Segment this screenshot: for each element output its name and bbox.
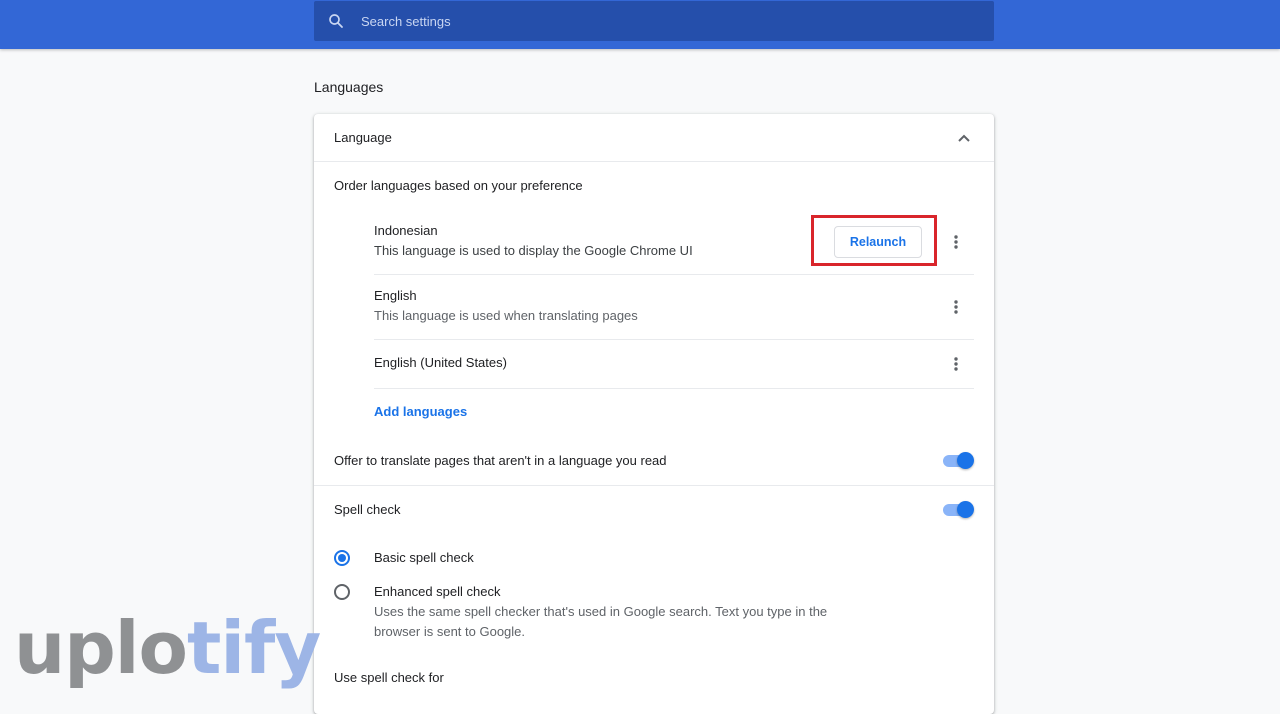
watermark-part: tify [186, 606, 321, 690]
search-icon [329, 14, 343, 28]
divider [314, 485, 994, 486]
enhanced-spell-check-description: browser is sent to Google. [374, 624, 526, 639]
language-name: English [374, 288, 417, 303]
language-item-english-us: English (United States) [374, 355, 507, 370]
language-settings-card: Language Order languages based on your p… [314, 114, 994, 714]
use-spell-check-for-label: Use spell check for [334, 670, 444, 685]
basic-spell-check-label: Basic spell check [374, 550, 474, 565]
language-item-indonesian: Indonesian This language is used to disp… [374, 223, 693, 258]
language-name: Indonesian [374, 223, 438, 238]
watermark-part: uplo [14, 606, 188, 690]
language-item-english: English This language is used when trans… [374, 288, 638, 323]
toggle-knob [957, 452, 974, 469]
divider [374, 388, 974, 389]
chevron-up-icon[interactable] [957, 131, 971, 145]
section-title: Languages [314, 79, 384, 95]
divider [374, 274, 974, 275]
search-input[interactable] [359, 1, 979, 41]
more-actions-english[interactable] [946, 297, 966, 317]
enhanced-spell-check-option: Enhanced spell check Uses the same spell… [374, 584, 827, 639]
search-box[interactable] [314, 1, 994, 41]
order-languages-label: Order languages based on your preference [334, 178, 583, 193]
enhanced-spell-check-description: Uses the same spell checker that's used … [374, 604, 828, 619]
enhanced-spell-check-radio[interactable] [334, 584, 350, 600]
settings-toolbar [0, 0, 1280, 49]
more-actions-english-us[interactable] [946, 354, 966, 374]
spell-check-label: Spell check [334, 502, 401, 517]
add-languages-link[interactable]: Add languages [374, 404, 467, 419]
more-actions-indonesian[interactable] [946, 232, 966, 252]
toggle-knob [957, 501, 974, 518]
spell-check-toggle[interactable] [941, 500, 975, 520]
uplotify-watermark: uplotify [14, 612, 321, 684]
more-vert-icon [954, 300, 958, 314]
more-vert-icon [954, 357, 958, 371]
relaunch-button[interactable]: Relaunch [834, 226, 922, 258]
language-header-label: Language [334, 130, 392, 145]
offer-translate-toggle[interactable] [941, 451, 975, 471]
language-description: This language is used to display the Goo… [374, 243, 693, 258]
offer-translate-label: Offer to translate pages that aren't in … [334, 453, 667, 468]
language-description: This language is used when translating p… [374, 308, 638, 323]
more-vert-icon [954, 235, 958, 249]
enhanced-spell-check-label: Enhanced spell check [374, 584, 501, 599]
divider [314, 161, 994, 162]
divider [374, 339, 974, 340]
basic-spell-check-radio[interactable] [334, 550, 350, 566]
